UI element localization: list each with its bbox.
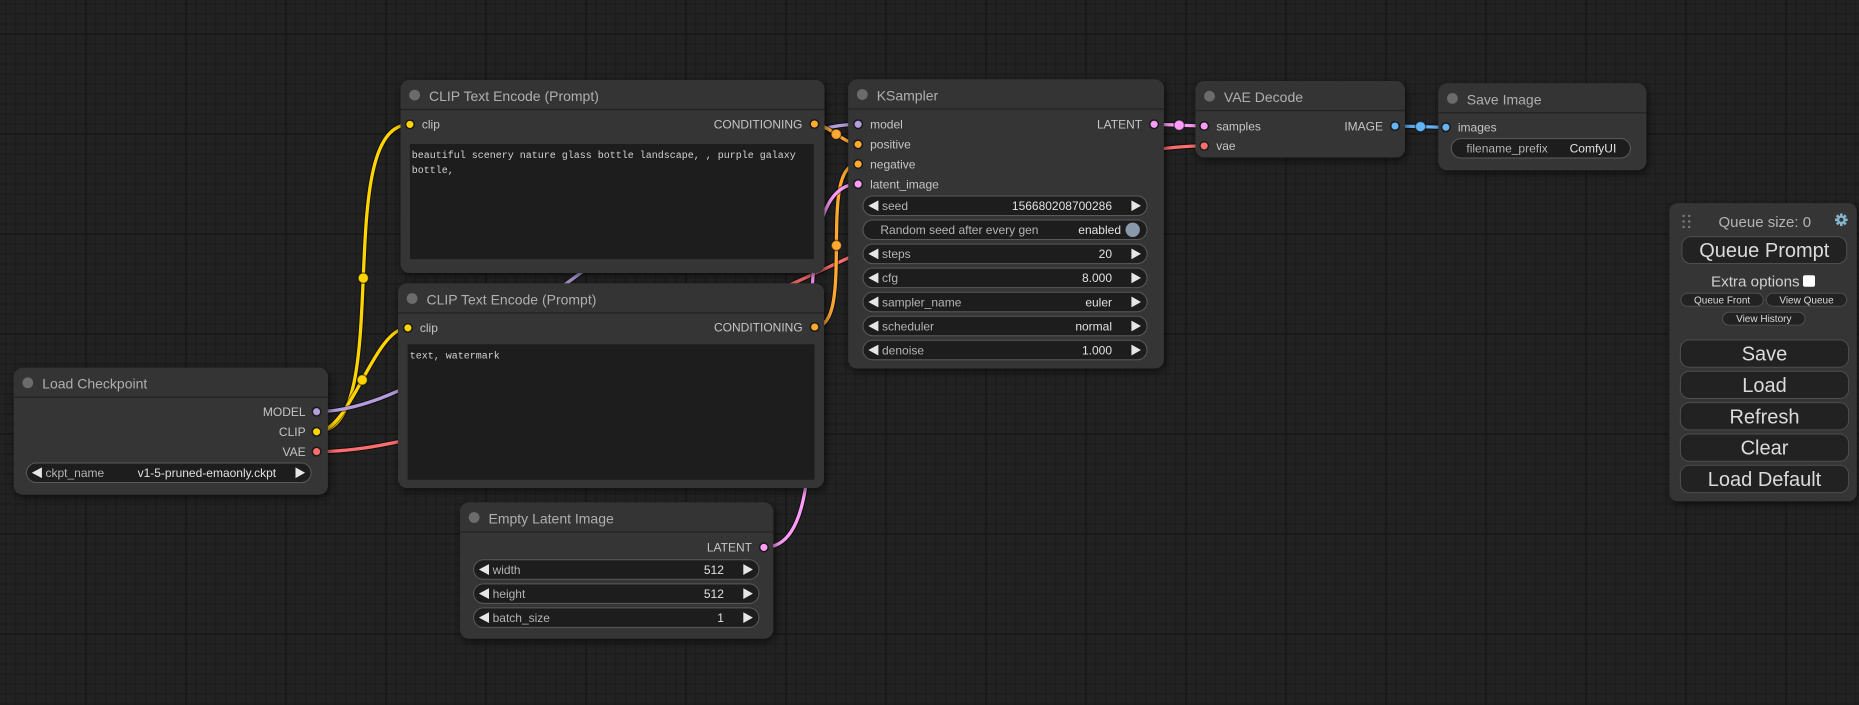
svg-text:enabled: enabled [1078,223,1121,237]
svg-text:vae: vae [1216,139,1236,153]
svg-text:v1-5-pruned-emaonly.ckpt: v1-5-pruned-emaonly.ckpt [138,466,277,480]
svg-text:VAE: VAE [282,445,305,459]
svg-text:latent_image: latent_image [870,177,939,191]
svg-text:sampler_name: sampler_name [882,295,962,309]
svg-text:MODEL: MODEL [263,405,306,419]
svg-text:VAE Decode: VAE Decode [1224,89,1303,105]
svg-text:1: 1 [717,611,724,625]
svg-text:1.000: 1.000 [1082,343,1112,357]
svg-text:clip: clip [422,118,440,132]
svg-text:Load: Load [1742,375,1787,397]
svg-text:filename_prefix: filename_prefix [1466,142,1547,156]
svg-text:denoise: denoise [882,343,924,357]
svg-text:model: model [870,118,903,132]
svg-text:positive: positive [870,138,911,152]
svg-text:View History: View History [1736,314,1791,325]
svg-text:scheduler: scheduler [882,319,934,333]
svg-text:height: height [493,587,526,601]
svg-text:512: 512 [704,563,724,577]
svg-text:20: 20 [1099,247,1113,261]
svg-text:KSampler: KSampler [877,87,939,103]
svg-text:steps: steps [882,247,911,261]
svg-text:CLIP Text Encode (Prompt): CLIP Text Encode (Prompt) [427,291,597,307]
svg-text:ComfyUI: ComfyUI [1570,142,1617,156]
svg-text:normal: normal [1075,319,1112,333]
svg-text:Save Image: Save Image [1467,91,1542,107]
svg-text:CONDITIONING: CONDITIONING [714,320,803,334]
svg-text:CONDITIONING: CONDITIONING [714,117,803,131]
svg-text:negative: negative [870,157,916,171]
svg-text:512: 512 [704,587,724,601]
svg-text:Load Default: Load Default [1708,469,1822,491]
svg-text:width: width [492,563,521,577]
svg-text:Random seed after every gen: Random seed after every gen [880,223,1038,237]
svg-text:8.000: 8.000 [1082,271,1112,285]
svg-text:samples: samples [1216,119,1261,133]
svg-text:Queue Front: Queue Front [1694,295,1750,306]
svg-text:Queue Prompt: Queue Prompt [1699,240,1830,262]
svg-text:images: images [1458,121,1497,135]
svg-text:beautiful scenery nature glass: beautiful scenery nature glass bottle la… [412,150,796,162]
svg-text:Refresh: Refresh [1729,406,1799,428]
svg-text:Save: Save [1742,344,1788,366]
svg-text:bottle,: bottle, [412,165,454,177]
svg-text:CLIP: CLIP [279,425,306,439]
svg-text:IMAGE: IMAGE [1344,119,1383,133]
svg-text:Empty Latent Image: Empty Latent Image [489,510,615,526]
svg-text:clip: clip [420,321,438,335]
svg-text:LATENT: LATENT [1097,118,1143,132]
svg-text:View Queue: View Queue [1779,295,1834,306]
svg-text:Clear: Clear [1741,438,1789,460]
svg-text:seed: seed [882,199,908,213]
svg-text:Queue size: 0: Queue size: 0 [1719,214,1812,231]
svg-text:156680208700286: 156680208700286 [1012,199,1112,213]
svg-text:ckpt_name: ckpt_name [46,466,105,480]
svg-text:Extra options: Extra options [1711,273,1800,290]
svg-text:batch_size: batch_size [493,611,551,625]
svg-text:text, watermark: text, watermark [410,351,500,363]
svg-text:LATENT: LATENT [707,541,753,555]
svg-text:Load Checkpoint: Load Checkpoint [42,376,147,392]
svg-text:CLIP Text Encode (Prompt): CLIP Text Encode (Prompt) [429,88,599,104]
svg-text:cfg: cfg [882,271,898,285]
svg-text:euler: euler [1085,295,1112,309]
